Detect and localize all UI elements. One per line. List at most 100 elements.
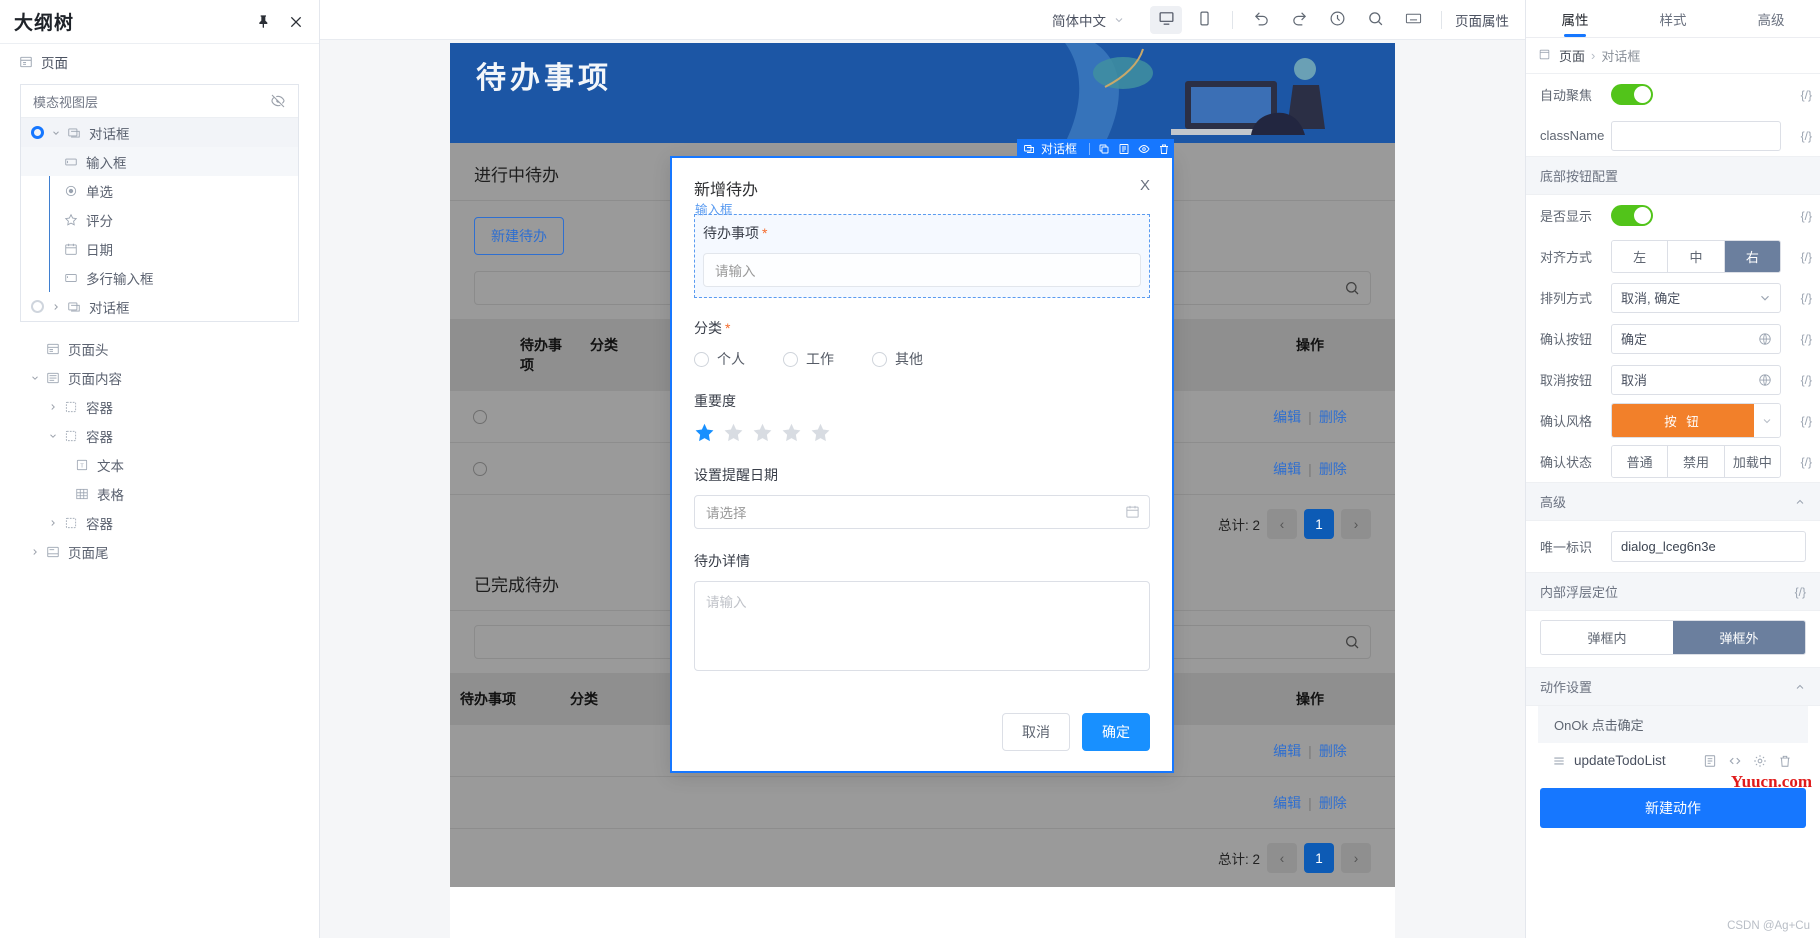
cancel-btn-input[interactable]: 取消 — [1611, 365, 1781, 395]
code-binding-icon[interactable]: {/} — [1790, 88, 1812, 102]
inner-layer-inside-option[interactable]: 弹框内 — [1541, 621, 1673, 654]
code-binding-icon[interactable]: {/} — [1790, 414, 1812, 428]
redo-button[interactable] — [1283, 6, 1315, 34]
code-binding-icon[interactable]: {/} — [1795, 585, 1806, 599]
eye-icon[interactable] — [1136, 141, 1152, 157]
new-todo-button[interactable]: 新建待办 — [474, 217, 564, 255]
close-icon[interactable]: X — [1140, 176, 1150, 193]
chevron-down-icon[interactable] — [49, 126, 63, 140]
star-icon[interactable] — [810, 422, 831, 443]
code-binding-icon[interactable]: {/} — [1790, 129, 1812, 143]
edit-link[interactable]: 编辑 — [1273, 795, 1301, 811]
breadcrumb-root[interactable]: 页面 — [1559, 46, 1585, 65]
code-binding-icon[interactable]: {/} — [1790, 332, 1812, 346]
code-binding-icon[interactable]: {/} — [1790, 250, 1812, 264]
star-icon[interactable] — [752, 422, 773, 443]
row-radio[interactable] — [473, 410, 487, 424]
star-icon[interactable] — [723, 422, 744, 443]
show-footer-toggle[interactable] — [1611, 205, 1653, 226]
tab-advanced[interactable]: 高级 — [1722, 0, 1820, 37]
tree-node-container-3[interactable]: 容器 — [0, 508, 319, 537]
pin-icon[interactable] — [255, 13, 273, 31]
page-current-button[interactable]: 1 — [1304, 843, 1334, 873]
code-binding-icon[interactable]: {/} — [1790, 373, 1812, 387]
tree-node-container-1[interactable]: 容器 — [0, 392, 319, 421]
classname-input[interactable] — [1611, 121, 1781, 151]
tree-node-radio[interactable]: 单选 — [21, 176, 298, 205]
radio-option-other[interactable]: 其他 — [872, 349, 923, 369]
tab-styles[interactable]: 样式 — [1624, 0, 1722, 37]
code-binding-icon[interactable]: {/} — [1790, 209, 1812, 223]
trash-icon[interactable] — [1778, 754, 1792, 768]
page-prev-button[interactable]: ‹ — [1267, 843, 1297, 873]
autofocus-toggle[interactable] — [1611, 84, 1653, 105]
new-action-button[interactable]: 新建动作 — [1540, 788, 1806, 828]
delete-link[interactable]: 删除 — [1319, 795, 1347, 811]
list-icon[interactable] — [1703, 754, 1717, 768]
tree-node-date[interactable]: 日期 — [21, 234, 298, 263]
align-right-option[interactable]: 右 — [1725, 241, 1780, 272]
row-radio[interactable] — [473, 462, 487, 476]
code-binding-icon[interactable]: {/} — [1790, 291, 1812, 305]
page-current-button[interactable]: 1 — [1304, 509, 1334, 539]
chevron-down-icon[interactable] — [28, 371, 42, 385]
copy-icon[interactable] — [1096, 141, 1112, 157]
confirm-style-select[interactable]: 按 钮 — [1611, 403, 1781, 438]
delete-link[interactable]: 删除 — [1319, 461, 1347, 477]
order-select[interactable]: 取消, 确定 — [1611, 283, 1781, 313]
delete-link[interactable]: 删除 — [1319, 409, 1347, 425]
tree-node-dialog-1[interactable]: 对话框 — [21, 118, 298, 147]
tree-node-table[interactable]: 表格 — [0, 479, 319, 508]
eye-off-icon[interactable] — [270, 93, 286, 109]
confirm-button[interactable]: 确定 — [1082, 713, 1150, 751]
keyboard-shortcuts-button[interactable] — [1397, 6, 1429, 34]
section-actions[interactable]: 动作设置 — [1526, 667, 1820, 706]
chevron-right-icon[interactable] — [46, 400, 60, 414]
tree-node-dialog-2[interactable]: 对话框 — [21, 292, 298, 321]
tree-node-textarea[interactable]: 多行输入框 — [21, 263, 298, 292]
date-input[interactable]: 请选择 — [694, 495, 1150, 529]
rating-stars[interactable] — [694, 422, 1150, 443]
node-select-radio[interactable] — [31, 300, 44, 313]
tab-properties[interactable]: 属性 — [1526, 0, 1624, 37]
gear-icon[interactable] — [1753, 754, 1767, 768]
tree-node-page-footer[interactable]: 页面尾 — [0, 537, 319, 566]
radio-option-work[interactable]: 工作 — [783, 349, 834, 369]
trash-icon[interactable] — [1156, 141, 1172, 157]
chevron-down-icon[interactable] — [46, 429, 60, 443]
undo-button[interactable] — [1245, 6, 1277, 34]
node-select-radio[interactable] — [31, 126, 44, 139]
align-left-option[interactable]: 左 — [1612, 241, 1668, 272]
chevron-up-icon[interactable] — [1794, 496, 1806, 508]
tree-node-input[interactable]: 输入框 — [21, 147, 298, 176]
search-button[interactable] — [1359, 6, 1391, 34]
tree-node-text[interactable]: T 文本 — [0, 450, 319, 479]
code-icon[interactable] — [1728, 754, 1742, 768]
tree-node-rate[interactable]: 评分 — [21, 205, 298, 234]
detail-textarea[interactable]: 请输入 — [694, 581, 1150, 671]
globe-icon[interactable] — [1758, 373, 1772, 387]
star-icon[interactable] — [694, 422, 715, 443]
state-loading-option[interactable]: 加载中 — [1725, 446, 1780, 477]
align-center-option[interactable]: 中 — [1668, 241, 1724, 272]
cancel-button[interactable]: 取消 — [1002, 713, 1070, 751]
page-next-button[interactable]: › — [1341, 843, 1371, 873]
tree-root-page[interactable]: 页面 — [0, 44, 319, 80]
close-icon[interactable] — [287, 13, 305, 31]
table-row[interactable]: 编辑|删除 — [450, 777, 1395, 829]
chevron-right-icon[interactable] — [46, 516, 60, 530]
mobile-view-button[interactable] — [1188, 6, 1220, 34]
desktop-view-button[interactable] — [1150, 6, 1182, 34]
unique-id-input[interactable]: dialog_lceg6n3e — [1611, 531, 1806, 562]
chevron-down-icon[interactable] — [1754, 404, 1780, 437]
note-icon[interactable] — [1116, 141, 1132, 157]
language-selector[interactable]: 简体中文 — [1052, 10, 1125, 30]
chevron-right-icon[interactable] — [28, 545, 42, 559]
tree-node-container-2[interactable]: 容器 — [0, 421, 319, 450]
star-icon[interactable] — [781, 422, 802, 443]
code-binding-icon[interactable]: {/} — [1790, 455, 1812, 469]
edit-link[interactable]: 编辑 — [1273, 409, 1301, 425]
history-button[interactable] — [1321, 6, 1353, 34]
tree-node-page-content[interactable]: 页面内容 — [0, 363, 319, 392]
tree-node-page-header[interactable]: 页面头 — [0, 334, 319, 363]
